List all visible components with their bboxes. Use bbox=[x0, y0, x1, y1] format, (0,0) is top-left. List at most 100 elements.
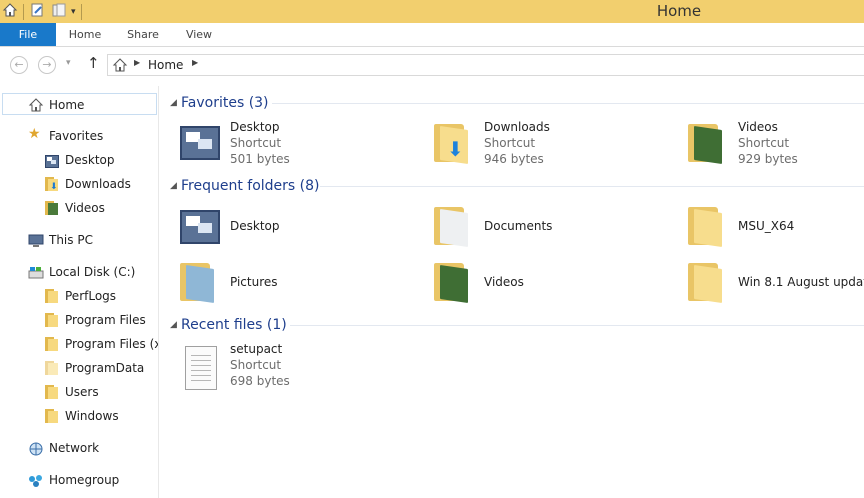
nav-item-program-files-x86[interactable]: Program Files (x8 bbox=[0, 333, 158, 355]
breadcrumb-chevron-icon[interactable]: ▶ bbox=[192, 58, 198, 67]
folder-icon bbox=[45, 409, 59, 423]
nav-item-network[interactable]: Network bbox=[0, 437, 158, 459]
item-name: Videos bbox=[484, 275, 524, 289]
item-name: setupact bbox=[230, 342, 283, 356]
folder-icon bbox=[45, 385, 59, 399]
item-name: Videos bbox=[738, 120, 778, 134]
item-name: Win 8.1 August update bbox=[738, 275, 864, 289]
star-icon: ★ bbox=[28, 126, 41, 142]
item-name: Desktop bbox=[230, 120, 280, 134]
pictures-folder-icon bbox=[180, 261, 214, 303]
folder-icon bbox=[45, 361, 59, 375]
nav-item-label: Program Files (x8 bbox=[65, 337, 158, 351]
breadcrumb-chevron-icon[interactable]: ▶ bbox=[134, 58, 140, 67]
tab-file[interactable]: File bbox=[0, 23, 56, 46]
tile-downloads-shortcut[interactable]: ⬇ Downloads Shortcut 946 bytes bbox=[434, 120, 674, 172]
nav-item-homegroup[interactable]: Homegroup bbox=[0, 469, 158, 491]
item-name: Documents bbox=[484, 219, 553, 233]
nav-item-local-disk[interactable]: Local Disk (C:) bbox=[0, 261, 158, 283]
nav-item-label: This PC bbox=[49, 233, 93, 247]
nav-item-label: Videos bbox=[65, 201, 105, 215]
nav-item-program-files[interactable]: Program Files bbox=[0, 309, 158, 331]
nav-item-perflogs[interactable]: PerfLogs bbox=[0, 285, 158, 307]
qat-separator bbox=[23, 3, 24, 20]
group-header-favorites[interactable]: ◢ Favorites (3) bbox=[170, 93, 864, 113]
nav-item-label: Users bbox=[65, 385, 99, 399]
ribbon-tabs: File Home Share View bbox=[0, 23, 864, 47]
nav-item-label: Program Files bbox=[65, 313, 146, 327]
nav-item-programdata[interactable]: ProgramData bbox=[0, 357, 158, 379]
folder-icon bbox=[45, 313, 59, 327]
nav-item-favorites[interactable]: ★ Favorites bbox=[0, 125, 158, 147]
item-name: Downloads bbox=[484, 120, 550, 134]
group-header-frequent-folders[interactable]: ◢ Frequent folders (8) bbox=[170, 176, 864, 196]
nav-item-home[interactable]: Home bbox=[2, 93, 157, 115]
nav-item-label: Network bbox=[49, 441, 100, 455]
group-title: Recent files (1) bbox=[181, 317, 287, 333]
tab-view[interactable]: View bbox=[177, 23, 221, 46]
tile-desktop-shortcut[interactable]: Desktop Shortcut 501 bytes bbox=[180, 120, 420, 172]
item-size: 929 bytes bbox=[738, 152, 798, 166]
nav-item-label: Windows bbox=[65, 409, 119, 423]
back-button[interactable]: ← bbox=[10, 56, 28, 74]
tile-desktop-folder[interactable]: Desktop bbox=[180, 205, 420, 257]
nav-item-videos[interactable]: Videos bbox=[0, 197, 158, 219]
text-file-icon bbox=[185, 346, 217, 390]
group-divider bbox=[272, 103, 864, 104]
nav-item-label: PerfLogs bbox=[65, 289, 117, 303]
videos-folder-icon bbox=[434, 261, 468, 303]
customize-qat-icon[interactable]: ▾ bbox=[71, 7, 76, 17]
collapse-chevron-icon[interactable]: ◢ bbox=[170, 320, 181, 330]
properties-icon[interactable] bbox=[29, 2, 45, 22]
desktop-icon bbox=[180, 126, 220, 160]
nav-item-label: ProgramData bbox=[65, 361, 145, 375]
nav-item-label: Home bbox=[49, 98, 85, 112]
home-icon[interactable] bbox=[2, 2, 18, 22]
desktop-icon bbox=[45, 153, 59, 171]
tile-videos-shortcut[interactable]: Videos Shortcut 929 bytes bbox=[688, 120, 864, 172]
group-title: Frequent folders (8) bbox=[181, 178, 320, 194]
breadcrumb-home[interactable]: Home bbox=[148, 58, 183, 72]
tile-setupact-file[interactable]: setupact Shortcut 698 bytes bbox=[180, 342, 420, 394]
nav-item-desktop[interactable]: Desktop bbox=[0, 149, 158, 171]
tile-videos-folder[interactable]: Videos bbox=[434, 261, 674, 313]
window-title: Home bbox=[656, 2, 702, 20]
item-name: MSU_X64 bbox=[738, 219, 795, 233]
folder-icon bbox=[688, 261, 722, 303]
address-bar[interactable]: ▶ Home ▶ bbox=[107, 54, 864, 76]
item-name: Pictures bbox=[230, 275, 278, 289]
navigation-bar: ← → ▾ ↑ ▶ Home ▶ bbox=[0, 47, 864, 83]
nav-item-label: Downloads bbox=[65, 177, 131, 191]
tile-msu-x64-folder[interactable]: MSU_X64 bbox=[688, 205, 864, 257]
nav-item-label: Homegroup bbox=[49, 473, 120, 487]
group-title: Favorites (3) bbox=[181, 95, 269, 111]
drive-icon bbox=[28, 265, 44, 283]
desktop-icon bbox=[180, 210, 220, 244]
downloads-folder-icon: ⬇ bbox=[45, 177, 59, 192]
network-icon bbox=[28, 441, 44, 459]
title-bar: ▾ Home bbox=[0, 0, 864, 23]
nav-item-windows[interactable]: Windows bbox=[0, 405, 158, 427]
computer-icon bbox=[28, 233, 44, 251]
nav-item-downloads[interactable]: ⬇ Downloads bbox=[0, 173, 158, 195]
nav-item-label: Favorites bbox=[49, 129, 104, 143]
tile-pictures-folder[interactable]: Pictures bbox=[180, 261, 420, 313]
collapse-chevron-icon[interactable]: ◢ bbox=[170, 181, 181, 191]
up-button[interactable]: ↑ bbox=[87, 54, 100, 72]
item-type: Shortcut bbox=[230, 358, 282, 372]
item-size: 698 bytes bbox=[230, 374, 290, 388]
nav-item-label: Desktop bbox=[65, 153, 115, 167]
recent-locations-icon[interactable]: ▾ bbox=[66, 58, 71, 68]
tile-documents-folder[interactable]: Documents bbox=[434, 205, 674, 257]
tab-home[interactable]: Home bbox=[62, 23, 108, 46]
quick-access-toolbar: ▾ bbox=[0, 0, 87, 23]
nav-item-this-pc[interactable]: This PC bbox=[0, 229, 158, 251]
tab-share[interactable]: Share bbox=[120, 23, 166, 46]
home-icon bbox=[28, 97, 44, 114]
group-header-recent-files[interactable]: ◢ Recent files (1) bbox=[170, 315, 864, 335]
tile-win81-update-folder[interactable]: Win 8.1 August update bbox=[688, 261, 864, 313]
forward-button[interactable]: → bbox=[38, 56, 56, 74]
nav-item-users[interactable]: Users bbox=[0, 381, 158, 403]
new-folder-icon[interactable] bbox=[51, 2, 67, 22]
collapse-chevron-icon[interactable]: ◢ bbox=[170, 98, 181, 108]
